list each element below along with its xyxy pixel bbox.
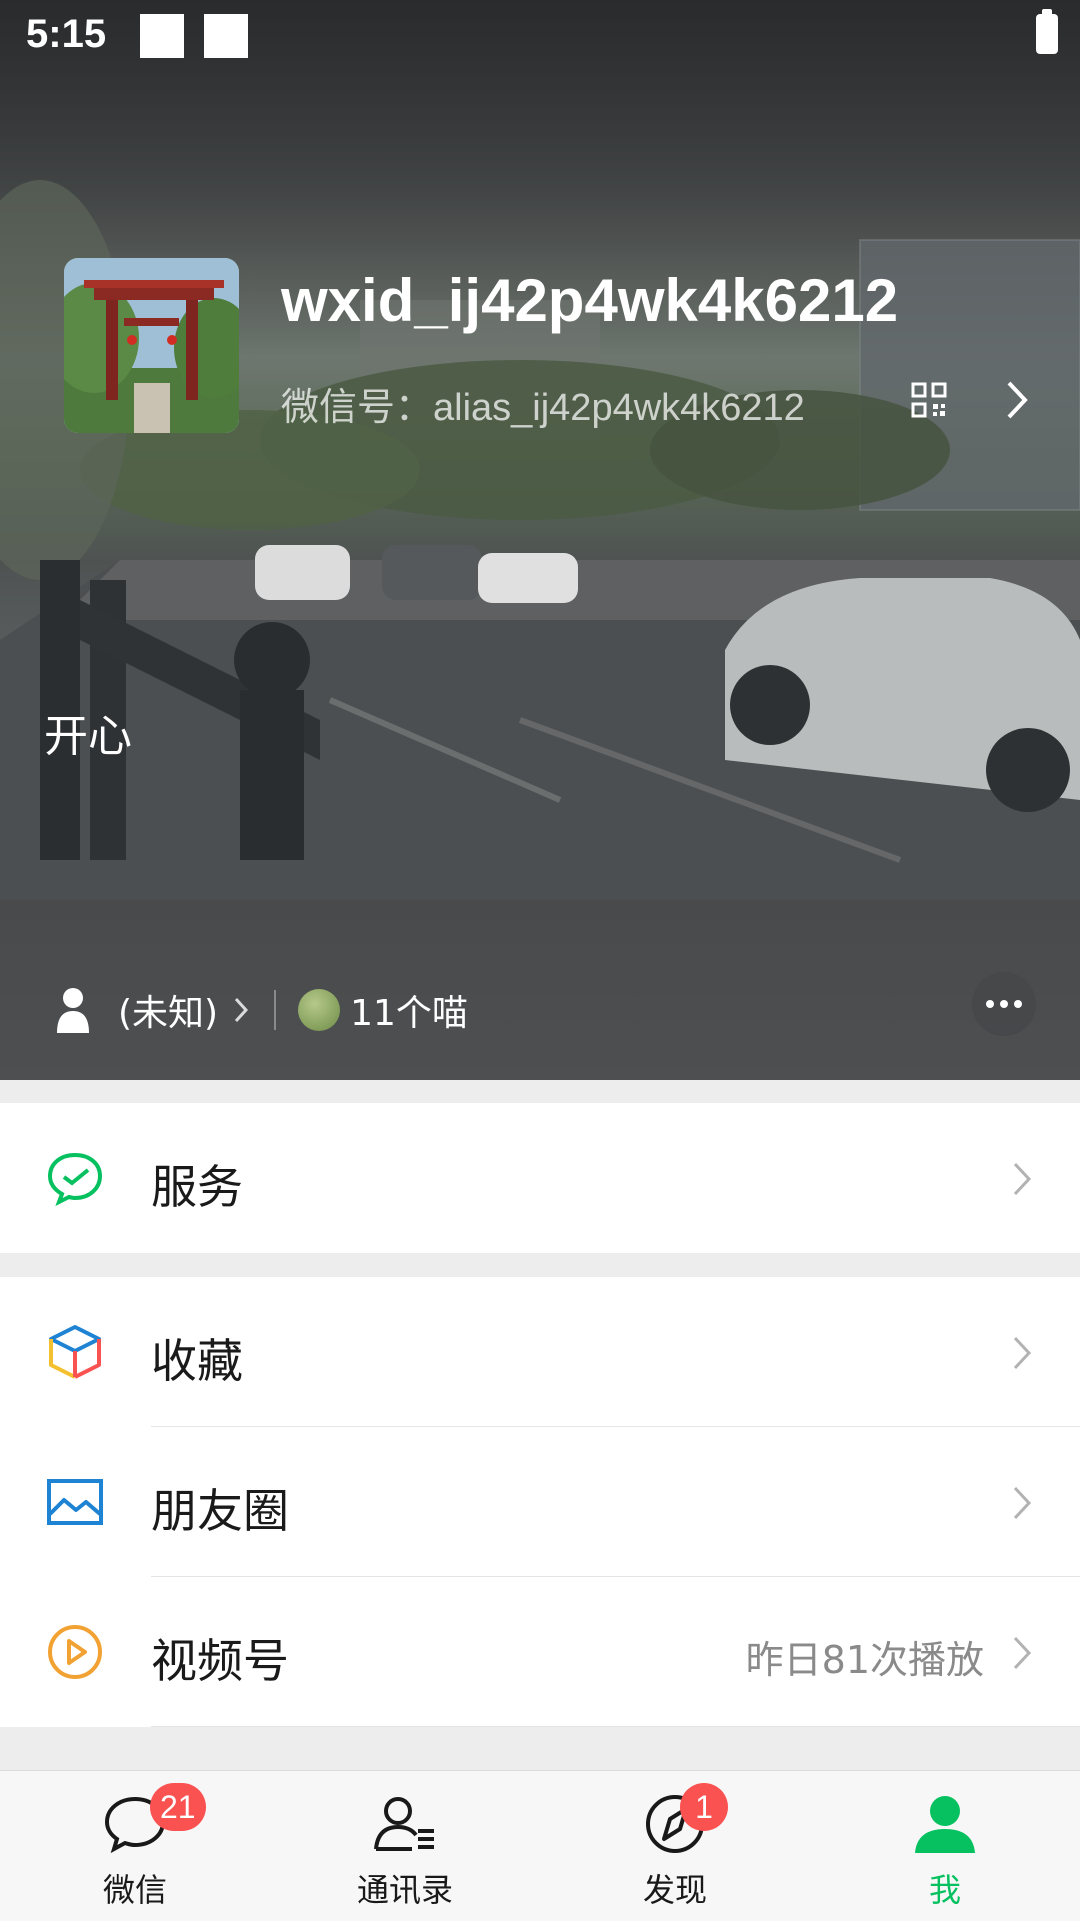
chevron-right-icon[interactable]: [1006, 380, 1028, 420]
gender-label[interactable]: (未知): [118, 984, 218, 1036]
menu-item-service[interactable]: 服务: [0, 1103, 1080, 1253]
divider: [151, 1726, 1080, 1727]
header-background-photo: [0, 180, 1080, 900]
unread-badge: 1: [680, 1783, 728, 1831]
play-icon: [48, 1625, 102, 1679]
dot-icon: [1000, 1000, 1008, 1008]
chevron-right-icon: [234, 997, 249, 1023]
tab-contacts[interactable]: 通讯录: [270, 1771, 540, 1921]
dot-icon: [1014, 1000, 1022, 1008]
notification-icon: [140, 14, 184, 58]
dot-icon: [986, 1000, 994, 1008]
notification-icon: [204, 14, 248, 58]
chevron-right-icon: [1013, 1486, 1032, 1520]
wechat-pay-icon: [47, 1152, 103, 1206]
contacts-icon: [374, 1797, 434, 1851]
chevron-right-icon: [1013, 1162, 1032, 1196]
menu-label: 服务: [151, 1160, 243, 1214]
friends-count-label[interactable]: 11个喵: [350, 984, 468, 1036]
menu-label: 收藏: [151, 1334, 243, 1388]
channels-play-count: 昨日81次播放: [745, 1638, 984, 1682]
status-time: 5:15: [26, 12, 107, 56]
tab-me[interactable]: 我: [810, 1771, 1080, 1921]
person-icon: [57, 988, 89, 1033]
user-status[interactable]: 开心: [44, 700, 132, 764]
nickname: wxid_ij42p4wk4k6212: [281, 267, 899, 334]
tab-discover[interactable]: 1 发现: [540, 1771, 810, 1921]
tab-label: 通讯录: [356, 1871, 453, 1909]
menu-item-channels[interactable]: 视频号 昨日81次播放: [0, 1577, 1080, 1727]
status-avatar-icon: [298, 989, 341, 1031]
me-icon: [915, 1796, 975, 1853]
chevron-right-icon: [1013, 1636, 1032, 1670]
cube-icon: [49, 1325, 101, 1379]
tab-label: 微信: [102, 1871, 167, 1909]
divider: [274, 990, 277, 1030]
menu-label: 朋友圈: [151, 1484, 289, 1538]
more-button[interactable]: [972, 972, 1036, 1036]
wechat-id: 微信号：alias_ij42p4wk4k6212: [281, 387, 805, 429]
tab-label: 发现: [642, 1871, 707, 1909]
qr-code-icon[interactable]: [911, 382, 947, 418]
profile-info-row: (未知) 11个喵: [56, 980, 468, 1040]
battery-icon: [1036, 9, 1058, 54]
photo-icon: [47, 1479, 103, 1525]
tab-chats[interactable]: 21 微信: [0, 1771, 270, 1921]
bottom-tab-bar: 21 微信 通讯录 1 发现 我: [0, 1770, 1080, 1921]
avatar[interactable]: [64, 258, 239, 433]
menu-label: 视频号: [151, 1634, 289, 1688]
unread-badge: 21: [150, 1783, 206, 1831]
status-bar: 5:15: [0, 0, 1080, 76]
menu-item-moments[interactable]: 朋友圈: [0, 1427, 1080, 1577]
menu-item-favorites[interactable]: 收藏: [0, 1277, 1080, 1427]
tab-label: 我: [928, 1871, 961, 1909]
chevron-right-icon: [1013, 1336, 1032, 1370]
profile-header[interactable]: 5:15 wxid_ij42p4wk4k6212 微信号：alias_ij42p…: [0, 0, 1080, 1080]
